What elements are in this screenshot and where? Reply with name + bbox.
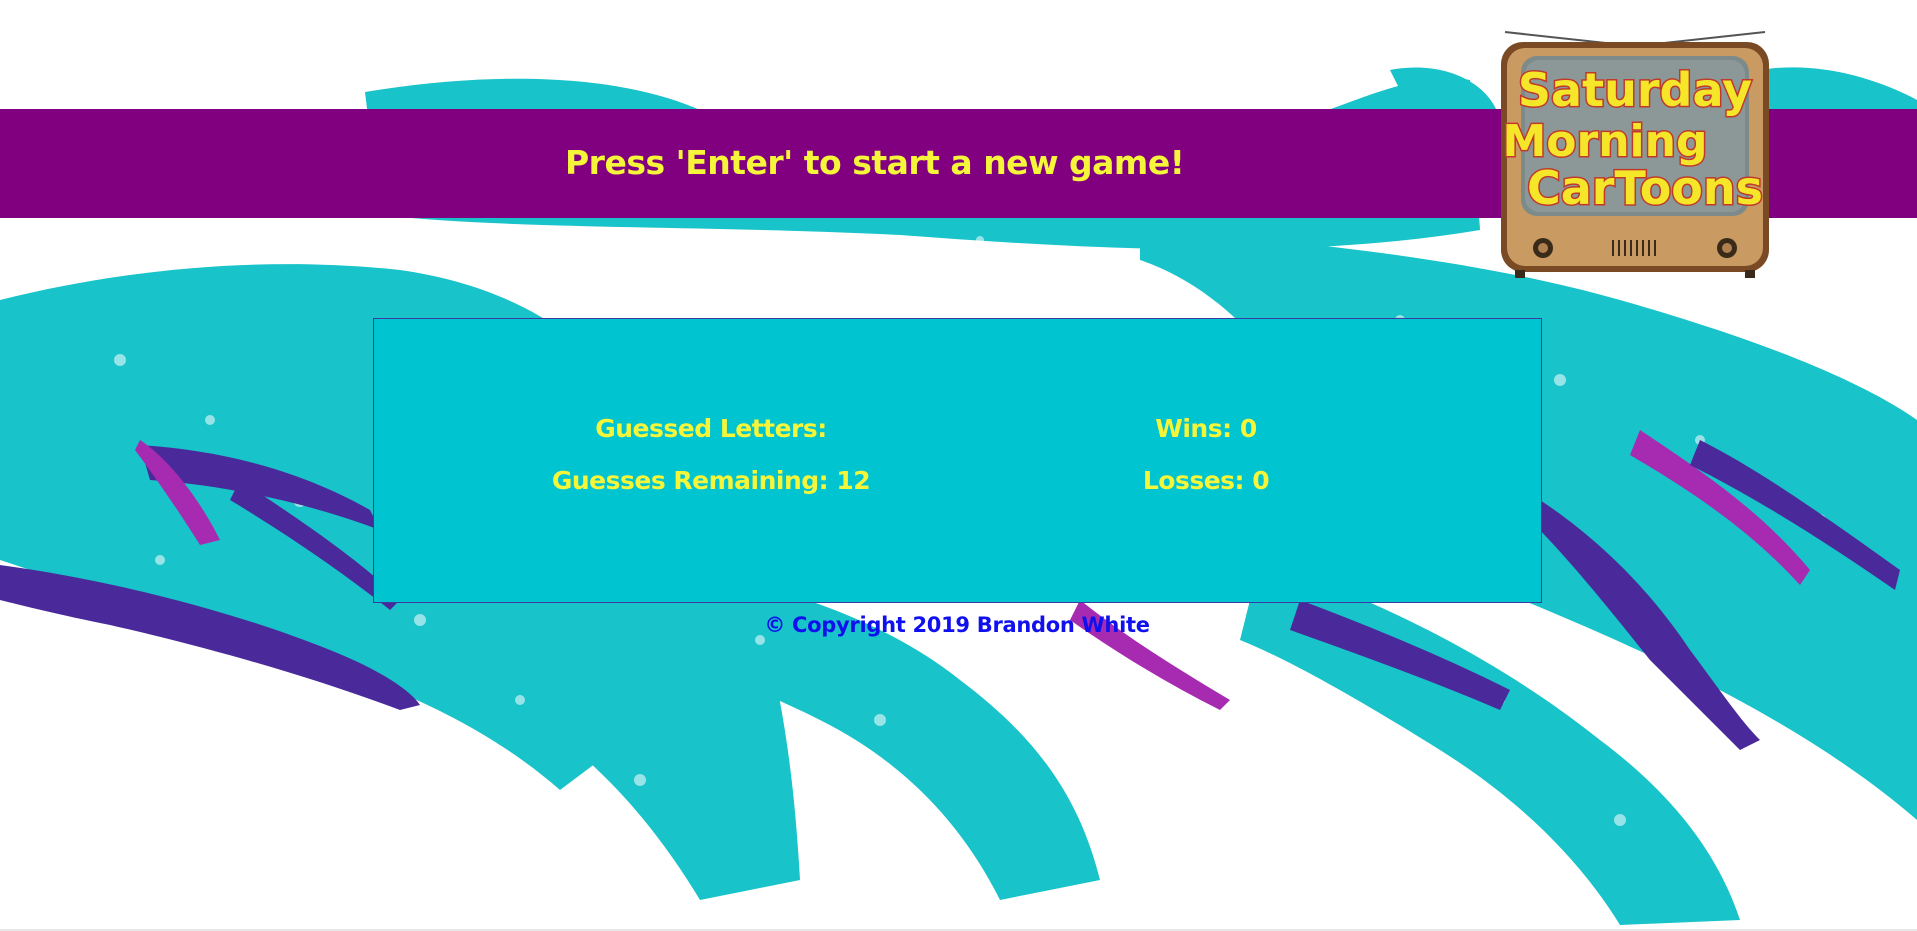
start-game-prompt: Press 'Enter' to start a new game!: [565, 143, 1185, 182]
game-stats-panel: Guessed Letters: Guesses Remaining: 12 W…: [373, 318, 1542, 603]
guessed-letters-label: Guessed Letters:: [595, 414, 827, 443]
guesses-remaining-label: Guesses Remaining: 12: [551, 466, 871, 495]
wins-counter: Wins: 0: [1155, 414, 1257, 443]
copyright-footer: © Copyright 2019 Brandon White: [764, 613, 1150, 637]
logo-text-line3: CarToons: [1527, 161, 1763, 215]
saturday-morning-cartoons-logo: Saturday Morning CarToons: [1501, 31, 1769, 278]
game-page: Press 'Enter' to start a new game! Satur…: [0, 0, 1917, 931]
losses-counter: Losses: 0: [1142, 466, 1270, 495]
logo-text-line2: Morning: [1503, 116, 1708, 167]
logo-text-line1: Saturday: [1518, 63, 1752, 117]
